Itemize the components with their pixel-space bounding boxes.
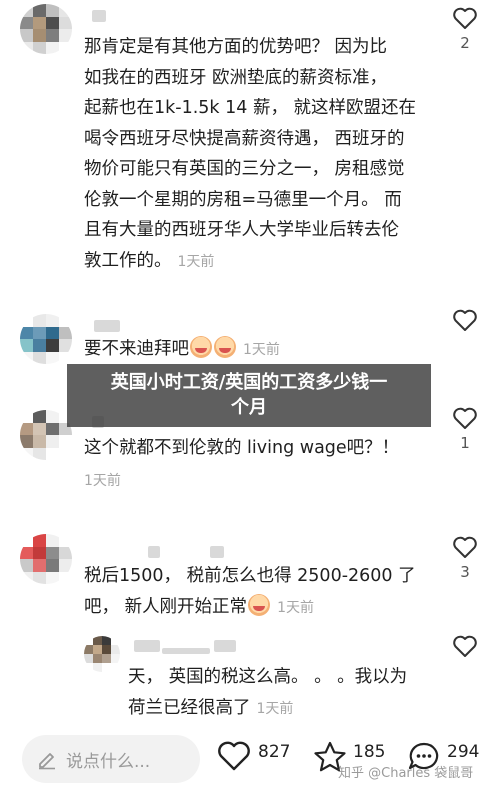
bottom-action-bar: 说点什么... 827 185 294 知乎 @Charles 袋鼠哥 [0,730,500,792]
comment-total: 294 [447,742,480,762]
comment-time: 1天前 [84,473,121,489]
comment-text: 天， 英国的税这么高。 。 。我以为 荷兰已经很高了 1天前 [128,667,408,718]
comment-text: 那肯定是有其他方面的优势吧？ 因为比 如我在的西班牙 欧洲垫底的薪资标准， 起薪… [84,37,417,271]
like-count: 2 [460,34,470,52]
comment-text: 税后1500， 税前怎么也得 2500-2600 了 吧， 新人刚开始正常 1天前 [84,566,416,617]
heart-outline-icon[interactable] [216,740,252,772]
avatar[interactable] [84,636,120,672]
heart-outline-icon[interactable] [452,634,478,658]
comment-time: 1天前 [243,342,280,358]
username-blurred[interactable] [134,640,160,652]
avatar[interactable] [20,410,72,460]
comment-time: 1天前 [177,253,215,270]
like-count: 1 [460,434,470,452]
comment-input[interactable]: 说点什么... [22,735,200,783]
watermark: 知乎 @Charles 袋鼠哥 [338,766,474,781]
username-blurred[interactable] [148,546,160,558]
username-blurred[interactable] [210,546,224,558]
like-count: 3 [460,563,470,581]
username-blurred[interactable] [214,640,236,652]
crying-laughing-emoji-icon [214,336,236,358]
heart-outline-icon[interactable] [452,308,478,332]
comment-time: 1天前 [256,700,294,717]
comment-text: 这个就都不到伦敦的 living wage吧？！ [84,438,400,458]
heart-outline-icon[interactable] [452,6,478,30]
title-overlay-banner: 英国小时工资/英国的工资多少钱一 个月 [67,364,431,427]
avatar[interactable] [20,4,72,54]
input-placeholder: 说点什么... [66,752,151,772]
username-blurred[interactable] [92,10,106,22]
pencil-icon [39,753,55,770]
heart-outline-icon[interactable] [452,535,478,559]
crying-laughing-emoji-icon [248,593,271,616]
avatar[interactable] [20,534,72,584]
like-total: 827 [258,742,291,762]
username-blurred[interactable] [94,320,120,332]
favorite-total: 185 [353,742,386,762]
comment-time: 1天前 [277,599,314,616]
heart-outline-icon[interactable] [452,406,478,430]
crying-laughing-emoji-icon [190,336,212,358]
username-blurred[interactable] [162,648,210,654]
comment-text: 要不来迪拜吧 1天前 [84,334,280,366]
avatar[interactable] [20,314,72,364]
